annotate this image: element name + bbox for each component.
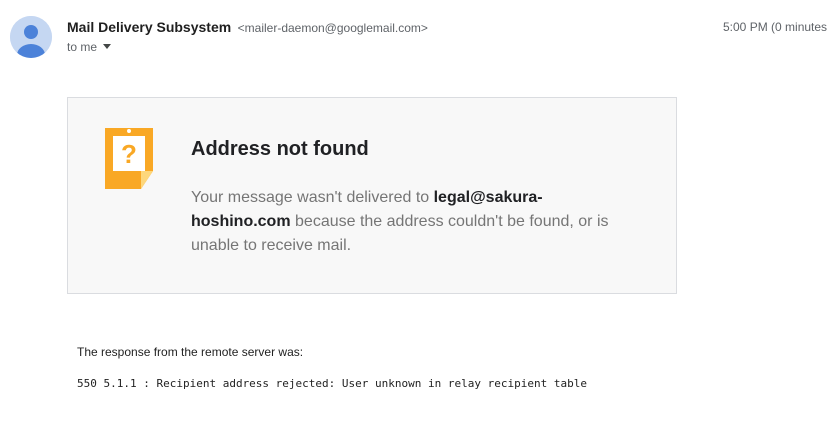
bounce-notice-card: ? Address not found Your message wasn't … [67, 97, 677, 294]
chevron-down-icon[interactable] [103, 44, 112, 49]
notice-title: Address not found [191, 138, 369, 160]
server-response-code: 550 5.1.1 : Recipient address rejected: … [77, 377, 587, 390]
message-timestamp: 5:00 PM (0 minutes [723, 20, 828, 34]
notice-body: Your message wasn't delivered to legal@s… [191, 186, 641, 258]
sender-email: <mailer-daemon@googlemail.com> [237, 21, 428, 35]
recipient-details-toggle[interactable]: to me [67, 39, 112, 55]
svg-text:?: ? [121, 139, 137, 169]
sender-avatar[interactable] [10, 16, 52, 58]
recipient-label: to me [67, 40, 98, 54]
notice-body-prefix: Your message wasn't delivered to [191, 189, 430, 206]
server-response-label: The response from the remote server was: [77, 345, 304, 359]
person-icon [10, 16, 52, 58]
sender-line: Mail Delivery Subsystem <mailer-daemon@g… [67, 18, 428, 37]
sender-name[interactable]: Mail Delivery Subsystem [67, 19, 231, 35]
question-note-icon: ? [104, 127, 154, 196]
email-message-view: Mail Delivery Subsystem <mailer-daemon@g… [0, 0, 828, 439]
